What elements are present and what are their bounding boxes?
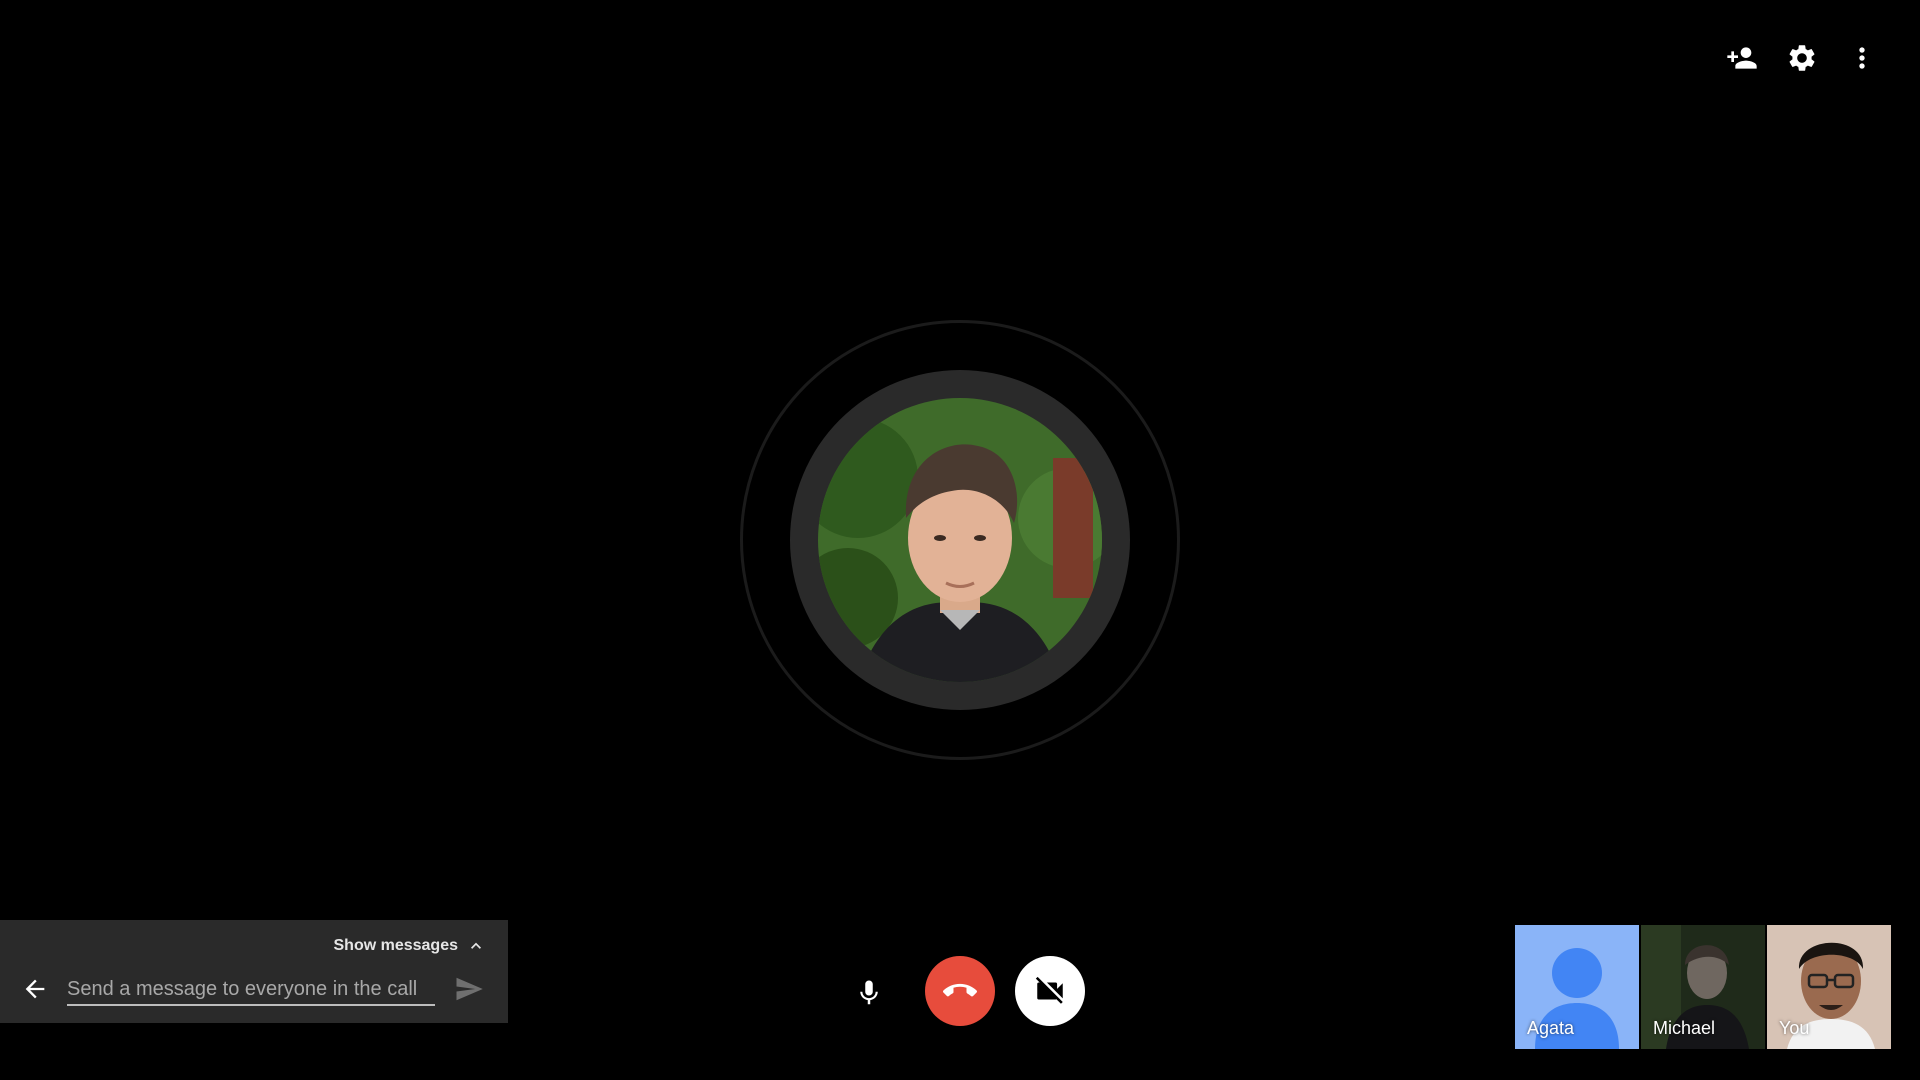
speaker-portrait-image: [818, 398, 1102, 682]
send-icon: [456, 977, 483, 1001]
call-controls: [850, 956, 1090, 1028]
chevron-up-icon: [471, 942, 481, 949]
participant-name: Agata: [1527, 1018, 1575, 1038]
top-toolbar: [1724, 40, 1880, 76]
more-vert-icon: [1859, 47, 1865, 69]
participant-tile-agata[interactable]: Agata: [1515, 925, 1639, 1049]
show-messages-button[interactable]: Show messages: [334, 936, 487, 956]
active-speaker-avatar: [740, 320, 1180, 760]
participant-name: Michael: [1653, 1018, 1716, 1038]
participant-strip: Agata Michael You: [1515, 925, 1891, 1049]
participant-name: You: [1779, 1018, 1810, 1038]
send-button[interactable]: [452, 972, 486, 1006]
settings-button[interactable]: [1784, 40, 1820, 76]
show-messages-label: Show messages: [333, 937, 459, 954]
microphone-button[interactable]: [850, 974, 888, 1012]
back-arrow-icon: [25, 979, 45, 999]
video-call-screen: Show messages Send a message to everyone…: [0, 0, 1920, 1080]
hangup-icon: [943, 983, 977, 997]
chat-panel: Show messages: [0, 920, 508, 1023]
settings-icon: [1789, 45, 1815, 71]
back-button[interactable]: [18, 972, 52, 1006]
participant-tile-you[interactable]: You: [1767, 925, 1891, 1049]
message-input[interactable]: [67, 974, 435, 1006]
hangup-button[interactable]: [925, 956, 995, 1026]
add-person-button[interactable]: [1724, 40, 1760, 76]
camera-toggle-button[interactable]: [1015, 956, 1085, 1026]
camera-off-icon: [1035, 976, 1063, 1004]
participant-tile-michael[interactable]: Michael: [1641, 925, 1765, 1049]
more-options-button[interactable]: [1844, 40, 1880, 76]
speaker-photo: [818, 398, 1102, 682]
add-person-icon: [1727, 47, 1757, 69]
microphone-icon: [860, 980, 878, 1005]
